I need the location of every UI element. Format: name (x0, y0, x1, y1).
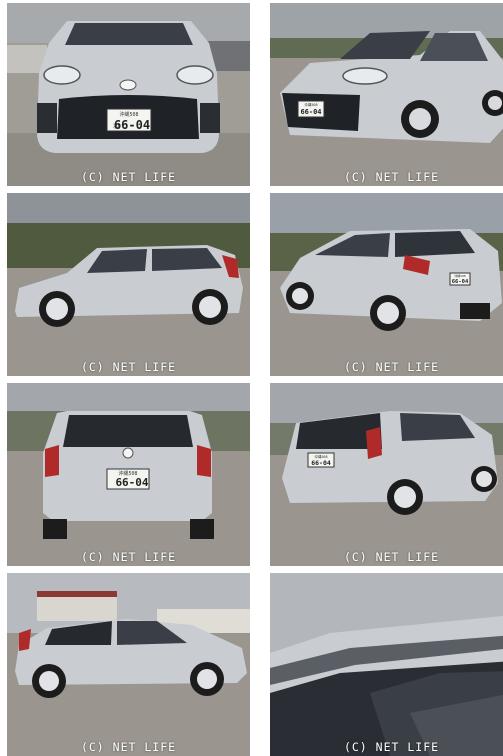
car-rear-image: 沖縄508 66-04 (7, 383, 250, 566)
car-left-side-image (7, 193, 250, 376)
front-right-plate-number: 66-04 (300, 108, 321, 116)
rear-plate-number: 66-04 (115, 476, 148, 489)
photo-front[interactable]: 沖縄508 れ 66-04 (C) NET LIFE (7, 3, 250, 186)
car-front-image: 沖縄508 れ 66-04 (7, 3, 250, 186)
car-rear-left-image: 沖縄508 66-04 (270, 193, 503, 376)
photo-rear-left[interactable]: 沖縄508 66-04 (C) NET LIFE (270, 193, 503, 376)
photo-rear[interactable]: 沖縄508 66-04 (C) NET LIFE (7, 383, 250, 566)
photo-front-right[interactable]: 沖縄508 66-04 (C) NET LIFE (270, 3, 503, 186)
photo-roof-closeup[interactable]: (C) NET LIFE (270, 573, 503, 756)
photo-left-side[interactable]: (C) NET LIFE (7, 193, 250, 376)
car-left-side-2-image (7, 573, 250, 756)
photo-left-side-2[interactable]: (C) NET LIFE (7, 573, 250, 756)
front-right-plate-region: 沖縄508 (304, 102, 317, 107)
car-front-right-image: 沖縄508 66-04 (270, 3, 503, 186)
photo-gallery: 沖縄508 れ 66-04 (C) NET LIFE 沖縄508 66-04 (… (0, 0, 503, 756)
rear-right-plate-number: 66-04 (311, 459, 331, 467)
rear-left-plate-region: 沖縄508 (454, 273, 466, 278)
photo-rear-right[interactable]: 沖縄508 66-04 (C) NET LIFE (270, 383, 503, 566)
rear-left-plate-number: 66-04 (452, 279, 469, 285)
car-roof-closeup-image (270, 573, 503, 756)
front-plate-region: 沖縄508 (119, 111, 138, 118)
car-rear-right-image: 沖縄508 66-04 (270, 383, 503, 566)
front-plate-number: 66-04 (114, 118, 150, 132)
